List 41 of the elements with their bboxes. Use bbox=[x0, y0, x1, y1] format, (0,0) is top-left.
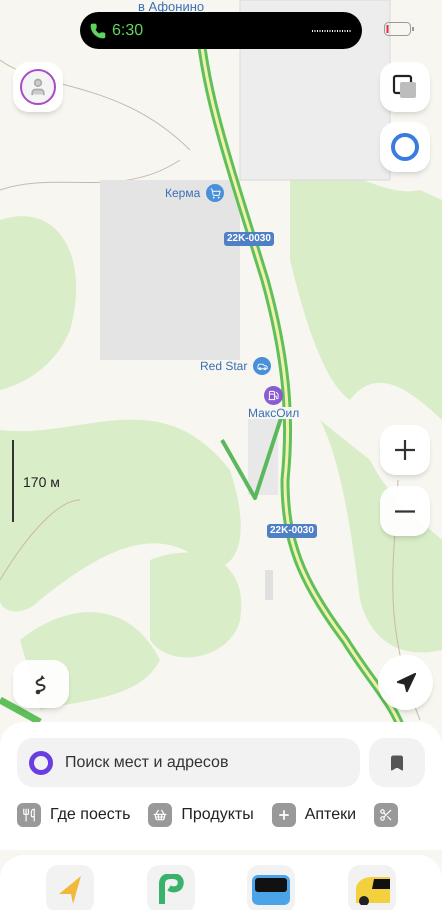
parking-button[interactable] bbox=[146, 865, 195, 910]
avatar-icon bbox=[20, 69, 56, 105]
parking-icon bbox=[158, 874, 184, 904]
fork-knife-icon bbox=[17, 803, 41, 827]
poi-label: МаксОил bbox=[246, 407, 302, 419]
search-input[interactable]: Поиск мест и адресов bbox=[65, 750, 348, 774]
waveform-icon bbox=[312, 28, 352, 32]
arrow-icon bbox=[57, 874, 84, 904]
scale-label: 170 м bbox=[23, 473, 60, 492]
assistant-button[interactable] bbox=[380, 122, 430, 172]
zoom-in-button[interactable] bbox=[380, 425, 430, 475]
taxi-button[interactable] bbox=[348, 865, 396, 910]
layers-button[interactable] bbox=[380, 62, 430, 112]
poi-label: Red Star bbox=[200, 360, 248, 372]
basket-icon bbox=[148, 803, 172, 827]
phone-icon bbox=[90, 22, 106, 38]
assistant-icon bbox=[29, 750, 53, 774]
bookmarks-button[interactable] bbox=[369, 738, 425, 787]
plus-icon bbox=[395, 440, 415, 460]
assistant-ring-icon bbox=[391, 133, 419, 161]
category-chip[interactable] bbox=[374, 803, 398, 827]
plus-icon bbox=[272, 803, 296, 827]
category-chip[interactable]: Аптеки bbox=[272, 803, 356, 827]
category-chip[interactable]: Где поесть bbox=[17, 803, 130, 827]
location-arrow-icon bbox=[394, 672, 416, 694]
profile-button[interactable] bbox=[13, 62, 63, 112]
bookmarks-icon bbox=[388, 754, 406, 772]
road-number-label: 22K-0030 bbox=[224, 232, 274, 246]
scissors-icon bbox=[374, 803, 398, 827]
call-time: 6:30 bbox=[112, 20, 144, 40]
place-label: в Афонино bbox=[136, 0, 206, 13]
category-chip[interactable]: Продукты bbox=[148, 803, 254, 827]
minus-icon bbox=[395, 510, 415, 512]
road-number-label: 22K-0030 bbox=[267, 524, 317, 538]
transit-button[interactable] bbox=[247, 865, 296, 910]
layers-icon bbox=[392, 74, 418, 100]
bus-icon bbox=[251, 873, 292, 905]
poi-label: Керма bbox=[165, 187, 200, 199]
battery-icon bbox=[384, 22, 414, 36]
route-button[interactable] bbox=[13, 660, 69, 708]
search-field[interactable]: Поиск мест и адресов bbox=[17, 738, 360, 787]
